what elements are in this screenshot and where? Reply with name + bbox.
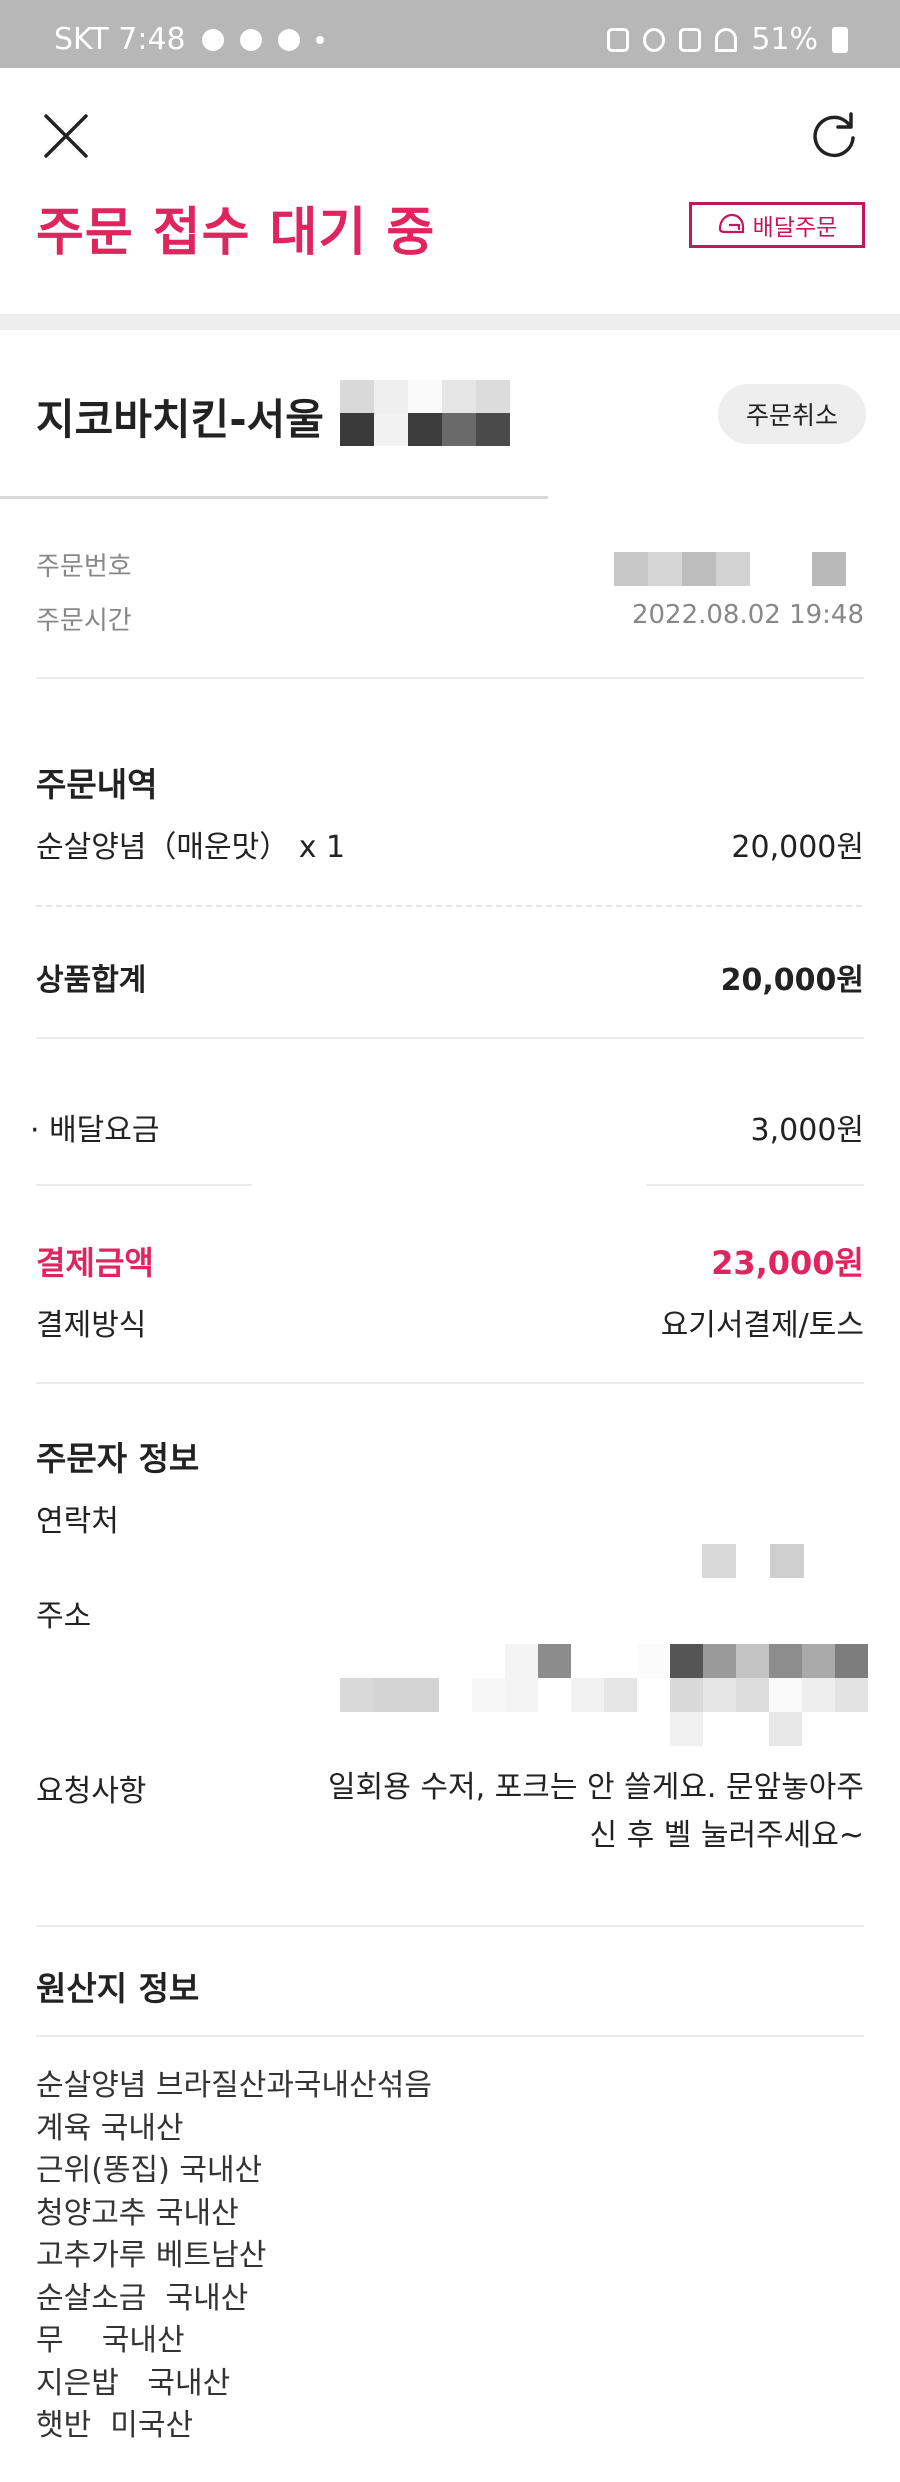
orderer-info-title: 주문자 정보 [36,1439,200,1478]
dotted-divider [36,905,864,907]
alarm-icon [643,27,666,52]
origin-line: 계육 국내산 [36,2110,184,2146]
origin-list: 순살양념 브라질산과국내산섞음 계육 국내산 근위(똥집) 국내산 청양고추 국… [36,2065,432,2448]
origin-line: 청양고추 국내산 [36,2195,239,2231]
delivery-fee-label: · 배달요금 [30,1113,160,1148]
delivery-order-badge: 배달주문 [689,202,865,248]
refresh-icon [813,112,855,158]
top-bar [0,68,900,198]
store-name-redacted [340,380,510,446]
lock-icon [607,27,630,52]
order-time-label: 주문시간 [36,606,132,636]
close-button[interactable] [38,108,94,164]
order-items-title: 주문내역 [36,765,158,804]
chat-notification-icon [201,28,224,51]
helmet-icon [718,213,744,234]
store-name: 지코바치킨-서울 [36,395,324,444]
origin-line: 햇반 미국산 [36,2408,194,2443]
address-label: 주소 [36,1599,92,1634]
order-number-redacted [614,552,846,586]
status-bar-right: 51% [607,22,848,57]
origin-line: 근위(똥집) 국내산 [36,2153,263,2188]
order-number-label: 주문번호 [36,552,132,582]
order-time-value: 2022.08.02 19:48 [631,600,864,630]
payment-method-label: 결제방식 [36,1308,147,1343]
status-bar: SKT 7:48 51% [0,0,900,68]
order-status-title: 주문 접수 대기 중 [36,203,436,263]
address-redacted [340,1644,868,1746]
request-label: 요청사항 [36,1774,147,1809]
origin-line: 고추가루 베트남산 [36,2238,267,2273]
wifi-icon [715,27,738,52]
mute-icon [679,27,702,52]
won-notification-icon [277,28,300,51]
battery-icon [832,26,848,53]
refresh-button[interactable] [806,108,862,164]
contact-redacted [702,1544,804,1578]
close-icon [44,114,88,158]
payment-amount-label: 결제금액 [36,1244,154,1282]
subtotal-label: 상품합계 [36,963,147,998]
divider [36,1037,864,1039]
divider [36,1382,864,1384]
divider [36,1184,252,1186]
divider [36,1925,864,1927]
payment-method-value: 요기서결제/토스 [660,1308,864,1343]
payment-amount-value: 23,000원 [711,1244,864,1282]
more-notifications-icon [315,35,324,44]
origin-line: 순살양념 브라질산과국내산섞음 [36,2068,432,2103]
origin-line: 무 국내산 [36,2323,185,2358]
cancel-order-button[interactable]: 주문취소 [718,384,866,444]
battery-percent: 51% [751,22,818,57]
ball-notification-icon [239,28,262,51]
order-item-price: 20,000원 [731,830,864,865]
contact-label: 연락처 [36,1504,119,1539]
origin-line: 순살소금 국내산 [36,2280,249,2316]
divider [36,677,864,679]
delivery-fee-value: 3,000원 [750,1113,864,1148]
order-item-name: 순살양념（매운맛） x 1 [36,830,346,865]
origin-info-title: 원산지 정보 [36,1969,200,2008]
divider [36,2035,864,2037]
origin-line: 지은밥 국내산 [36,2365,231,2401]
divider [646,1184,864,1186]
store-divider [0,496,548,499]
section-band [0,314,900,330]
subtotal-value: 20,000원 [720,963,864,998]
status-bar-left: SKT 7:48 [54,22,324,57]
request-value: 일회용 수저, 포크는 안 쓸게요. 문앞놓아주신 후 벨 눌러주세요~ [328,1770,864,1853]
delivery-badge-label: 배달주문 [752,215,838,241]
carrier-time: SKT 7:48 [54,22,186,57]
